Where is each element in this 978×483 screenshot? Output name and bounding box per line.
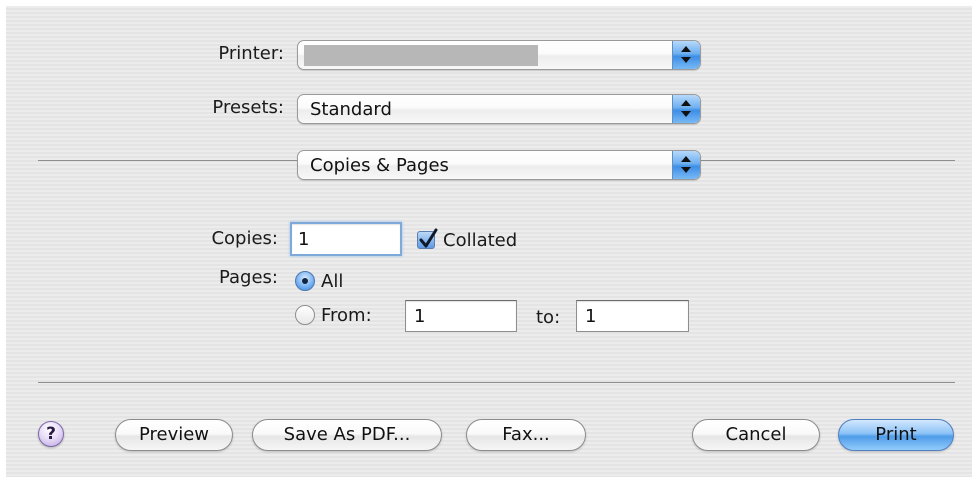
pages-all-radio[interactable] (295, 271, 315, 291)
updown-arrows-icon (672, 41, 700, 69)
copies-label: Copies: (211, 228, 278, 249)
presets-popup[interactable]: Standard (297, 94, 701, 124)
fax-button[interactable]: Fax... (466, 419, 586, 451)
help-button[interactable]: ? (38, 421, 64, 447)
separator-bottom (38, 382, 955, 383)
print-button[interactable]: Print (838, 419, 954, 451)
copies-field[interactable]: 1 (290, 222, 402, 256)
cancel-button[interactable]: Cancel (692, 419, 820, 451)
collated-label: Collated (443, 230, 518, 251)
from-field[interactable]: 1 (405, 300, 517, 332)
presets-label: Presets: (212, 97, 284, 118)
updown-arrows-icon (672, 151, 700, 179)
to-field[interactable]: 1 (576, 300, 689, 332)
presets-value: Standard (310, 99, 392, 120)
collated-checkbox[interactable] (417, 228, 438, 249)
print-dialog: Printer: Presets: Standard Copies & Page… (6, 6, 972, 477)
separator-left (38, 160, 298, 161)
pages-from-radio[interactable] (295, 305, 315, 325)
updown-arrows-icon (672, 95, 700, 123)
printer-name-redacted (304, 45, 538, 66)
pages-all-label: All (321, 271, 344, 292)
pages-label: Pages: (218, 267, 278, 288)
printer-popup[interactable] (297, 40, 701, 70)
panel-popup[interactable]: Copies & Pages (297, 150, 701, 180)
pages-from-label: From: (321, 305, 372, 326)
preview-button[interactable]: Preview (115, 419, 233, 451)
pages-to-label: to: (536, 307, 561, 328)
separator-right (700, 160, 955, 161)
panel-value: Copies & Pages (310, 155, 449, 176)
save-as-pdf-button[interactable]: Save As PDF... (252, 419, 442, 451)
printer-label: Printer: (218, 43, 284, 64)
